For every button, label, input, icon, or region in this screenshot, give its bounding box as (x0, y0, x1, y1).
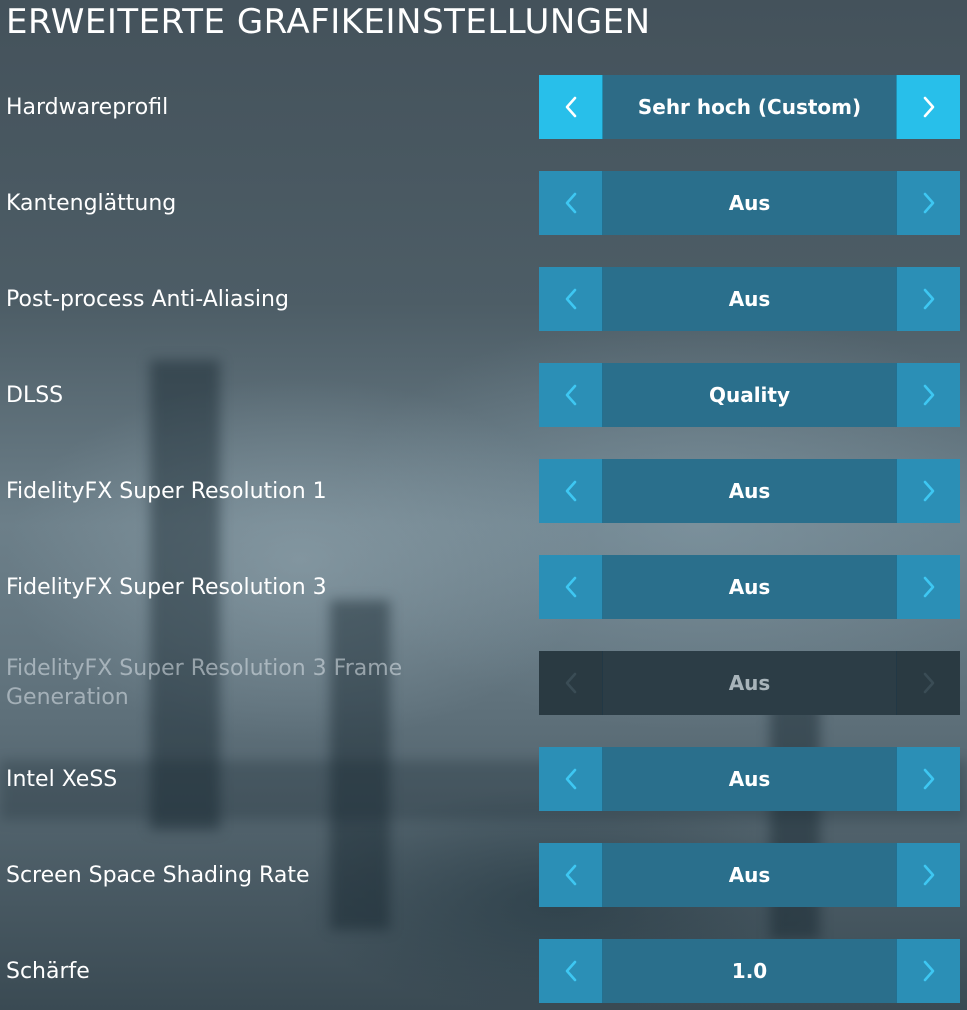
chevron-right-icon (923, 96, 934, 118)
chevron-left-icon (565, 384, 576, 406)
option-selector: Aus (539, 555, 960, 619)
chevron-left-icon (565, 768, 576, 790)
previous-option-button[interactable] (539, 459, 603, 523)
next-option-button (896, 651, 960, 715)
chevron-left-icon (565, 960, 576, 982)
setting-label: FidelityFX Super Resolution 1 (6, 478, 327, 504)
setting-row-post-process-aa: Post-process Anti-Aliasing Aus (0, 267, 967, 331)
setting-label: FidelityFX Super Resolution 3 (6, 574, 327, 600)
chevron-right-icon (923, 672, 934, 694)
setting-label: FidelityFX Super Resolution 3 Frame Gene… (6, 656, 403, 710)
setting-row-shading-rate: Screen Space Shading Rate Aus (0, 843, 967, 907)
previous-option-button[interactable] (539, 267, 603, 331)
setting-row-schaerfe: Schärfe 1.0 (0, 939, 967, 1003)
setting-row-fsr3-frame-generation: FidelityFX Super Resolution 3 Frame Gene… (0, 651, 967, 715)
setting-row-intel-xess: Intel XeSS Aus (0, 747, 967, 811)
option-selector: Aus (539, 843, 960, 907)
chevron-left-icon (565, 864, 576, 886)
next-option-button[interactable] (896, 363, 960, 427)
option-selector: Aus (539, 747, 960, 811)
previous-option-button (539, 651, 603, 715)
option-selector: Aus (539, 171, 960, 235)
chevron-left-icon (565, 96, 576, 118)
option-value: Aus (603, 171, 896, 235)
previous-option-button[interactable] (539, 75, 603, 139)
chevron-right-icon (923, 288, 934, 310)
option-selector: Aus (539, 459, 960, 523)
chevron-right-icon (923, 864, 934, 886)
setting-row-hardwareprofil: Hardwareprofil Sehr hoch (Custom) (0, 75, 967, 139)
option-selector: Quality (539, 363, 960, 427)
chevron-left-icon (565, 192, 576, 214)
next-option-button[interactable] (896, 555, 960, 619)
option-value: Aus (603, 459, 896, 523)
option-value: Sehr hoch (Custom) (603, 75, 896, 139)
setting-label: Schärfe (6, 958, 90, 984)
next-option-button[interactable] (896, 939, 960, 1003)
chevron-right-icon (923, 960, 934, 982)
chevron-right-icon (923, 384, 934, 406)
setting-label: Screen Space Shading Rate (6, 862, 310, 888)
previous-option-button[interactable] (539, 747, 603, 811)
previous-option-button[interactable] (539, 939, 603, 1003)
previous-option-button[interactable] (539, 171, 603, 235)
setting-label: Hardwareprofil (6, 94, 169, 120)
option-selector: Aus (539, 651, 960, 715)
chevron-left-icon (565, 576, 576, 598)
previous-option-button[interactable] (539, 843, 603, 907)
chevron-left-icon (565, 480, 576, 502)
option-value: Aus (603, 747, 896, 811)
next-option-button[interactable] (896, 171, 960, 235)
option-selector: Sehr hoch (Custom) (539, 75, 960, 139)
option-value: 1.0 (603, 939, 896, 1003)
option-value: Aus (603, 555, 896, 619)
next-option-button[interactable] (896, 459, 960, 523)
setting-label: Intel XeSS (6, 766, 118, 792)
setting-row-fsr3: FidelityFX Super Resolution 3 Aus (0, 555, 967, 619)
setting-row-fsr1: FidelityFX Super Resolution 1 Aus (0, 459, 967, 523)
option-value: Quality (603, 363, 896, 427)
option-value: Aus (603, 651, 896, 715)
setting-label: Kantenglättung (6, 190, 177, 216)
chevron-left-icon (565, 672, 576, 694)
option-value: Aus (603, 267, 896, 331)
next-option-button[interactable] (896, 747, 960, 811)
option-value: Aus (603, 843, 896, 907)
next-option-button[interactable] (896, 75, 960, 139)
setting-row-kantenglaettung: Kantenglättung Aus (0, 171, 967, 235)
settings-list: Hardwareprofil Sehr hoch (Custom) Kanten… (0, 0, 967, 1010)
chevron-right-icon (923, 192, 934, 214)
setting-label: Post-process Anti-Aliasing (6, 286, 289, 312)
chevron-right-icon (923, 768, 934, 790)
option-selector: Aus (539, 267, 960, 331)
next-option-button[interactable] (896, 843, 960, 907)
chevron-left-icon (565, 288, 576, 310)
previous-option-button[interactable] (539, 363, 603, 427)
setting-label: DLSS (6, 382, 64, 408)
option-selector: 1.0 (539, 939, 960, 1003)
chevron-right-icon (923, 576, 934, 598)
previous-option-button[interactable] (539, 555, 603, 619)
chevron-right-icon (923, 480, 934, 502)
next-option-button[interactable] (896, 267, 960, 331)
setting-row-dlss: DLSS Quality (0, 363, 967, 427)
